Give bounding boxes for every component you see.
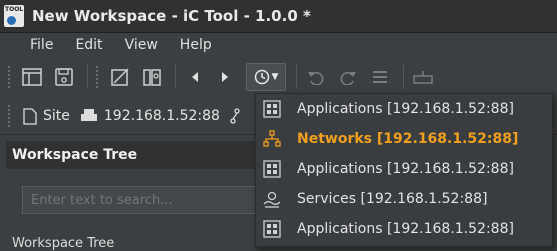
toolbar: ▼ (0, 60, 557, 94)
menu-help[interactable]: Help (176, 37, 216, 53)
history-button[interactable]: ▼ (246, 63, 286, 91)
services-icon (263, 190, 281, 208)
redo-button[interactable] (335, 64, 361, 90)
layout-icon (22, 68, 42, 86)
network-crumb[interactable] (230, 108, 244, 124)
history-item[interactable]: Applications [192.168.1.52:88] (256, 94, 552, 124)
menu-bar: File Edit View Help (0, 33, 557, 57)
device-settings-button[interactable] (139, 64, 165, 90)
applications-icon (263, 220, 281, 238)
app-icon: TOOL (4, 5, 24, 27)
layout-button[interactable] (19, 64, 45, 90)
save-icon (55, 68, 73, 86)
applications-icon (263, 100, 281, 118)
device-settings-icon (143, 69, 161, 86)
device-icon (413, 71, 433, 84)
history-item[interactable]: Applications [192.168.1.52:88] (256, 214, 552, 244)
chevron-down-icon: ▼ (271, 72, 279, 82)
menu-view[interactable]: View (121, 37, 162, 53)
history-item-label: Applications [192.168.1.52:88] (297, 221, 514, 237)
workspace-tree-header: Workspace Tree (6, 141, 257, 169)
workspace-tree-root[interactable]: Workspace Tree (12, 236, 114, 251)
search-input[interactable] (22, 186, 257, 214)
edit-diagram-button[interactable] (107, 64, 133, 90)
window-title: New Workspace - iC Tool - 1.0.0 * (32, 7, 311, 25)
device-button[interactable] (410, 64, 436, 90)
history-item-active[interactable]: Networks [192.168.1.52:88] (256, 124, 552, 154)
edit-diagram-icon (111, 68, 129, 86)
app-icon-text: TOOL (5, 6, 24, 13)
menu-edit[interactable]: Edit (71, 37, 106, 53)
history-item-label: Services [192.168.1.52:88] (297, 191, 488, 207)
address-label: 192.168.1.52:88 (103, 108, 220, 124)
history-item[interactable]: Applications [192.168.1.52:88] (256, 154, 552, 184)
history-icon (254, 69, 269, 85)
network-icon (230, 108, 240, 124)
forward-button[interactable] (212, 64, 238, 90)
history-dropdown: Applications [192.168.1.52:88] Networks … (255, 93, 553, 247)
applications-icon (263, 160, 281, 178)
undo-button[interactable] (303, 64, 329, 90)
address-crumb[interactable]: 192.168.1.52:88 (80, 108, 220, 124)
history-item-label: Networks [192.168.1.52:88] (297, 131, 519, 147)
list-button[interactable] (367, 64, 393, 90)
location-grip[interactable] (8, 105, 13, 127)
undo-icon (308, 72, 324, 85)
save-button[interactable] (51, 64, 77, 90)
list-icon (373, 71, 387, 83)
network-icon (263, 130, 281, 148)
redo-icon (340, 72, 356, 85)
history-item-label: Applications [192.168.1.52:88] (297, 161, 514, 177)
back-icon (192, 72, 198, 82)
menu-file[interactable]: File (26, 37, 57, 53)
title-bar: TOOL New Workspace - iC Tool - 1.0.0 * (0, 0, 557, 33)
toolbar-grip[interactable] (8, 66, 13, 88)
history-item-label: Applications [192.168.1.52:88] (297, 101, 514, 117)
history-item[interactable]: Services [192.168.1.52:88] (256, 184, 552, 214)
document-icon (23, 107, 37, 125)
forward-icon (222, 72, 228, 82)
site-crumb[interactable]: Site (23, 107, 70, 125)
back-button[interactable] (182, 64, 208, 90)
site-label: Site (43, 108, 70, 124)
toolbar-grip-2[interactable] (96, 66, 101, 88)
printer-icon (80, 109, 97, 121)
